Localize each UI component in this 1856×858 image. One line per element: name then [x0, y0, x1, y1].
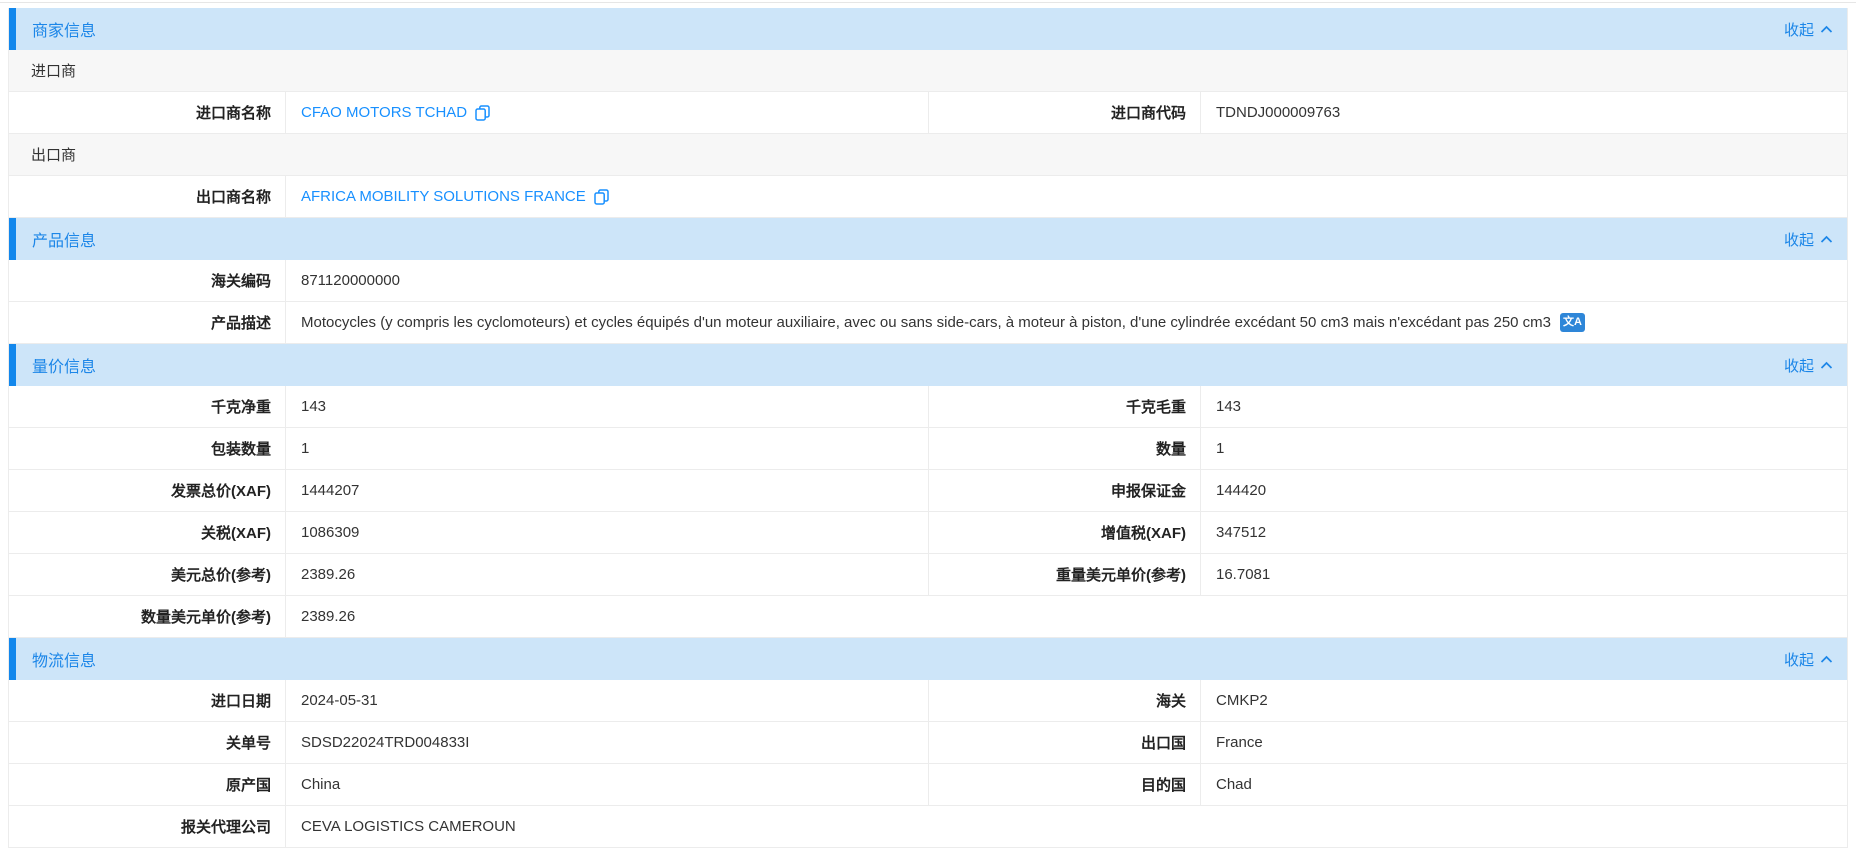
- importer-name-label: 进口商名称: [9, 92, 286, 133]
- customs-label: 海关: [929, 680, 1201, 721]
- section-accent-bar: [9, 638, 16, 680]
- section-header-logistics: 物流信息 收起: [9, 638, 1847, 680]
- usd-qty-unit-label: 数量美元单价(参考): [9, 596, 286, 637]
- usd-weight-unit-value: 16.7081: [1201, 554, 1847, 595]
- importer-code-label: 进口商代码: [929, 92, 1201, 133]
- collapse-label: 收起: [1784, 355, 1814, 376]
- export-country-label: 出口国: [929, 722, 1201, 763]
- translate-icon[interactable]: 文A: [1560, 313, 1585, 332]
- exporter-group-label: 出口商: [31, 144, 76, 165]
- deposit-label: 申报保证金: [929, 470, 1201, 511]
- row-package-qty: 包装数量 1 数量 1: [9, 428, 1847, 470]
- copy-icon[interactable]: [475, 105, 490, 121]
- row-usd-qty-unit: 数量美元单价(参考) 2389.26: [9, 596, 1847, 638]
- exporter-name-label: 出口商名称: [9, 176, 286, 217]
- section-title-product: 产品信息: [32, 227, 96, 251]
- origin-country-value: China: [286, 764, 929, 805]
- section-accent-bar: [9, 8, 16, 50]
- chevron-up-icon: [1820, 655, 1833, 664]
- row-origin-country: 原产国 China 目的国 Chad: [9, 764, 1847, 806]
- collapse-label: 收起: [1784, 229, 1814, 250]
- row-invoice-total: 发票总价(XAF) 1444207 申报保证金 144420: [9, 470, 1847, 512]
- description-value: Motocycles (y compris les cyclomoteurs) …: [301, 314, 1551, 331]
- package-qty-value: 1: [286, 428, 929, 469]
- gross-weight-value: 143: [1201, 386, 1847, 427]
- row-exporter: 出口商名称 AFRICA MOBILITY SOLUTIONS FRANCE: [9, 176, 1847, 218]
- section-header-quantity-price: 量价信息 收起: [9, 344, 1847, 386]
- chevron-up-icon: [1820, 235, 1833, 244]
- page-top-divider: [0, 2, 1856, 3]
- invoice-total-label: 发票总价(XAF): [9, 470, 286, 511]
- row-tax: 关税(XAF) 1086309 增值税(XAF) 347512: [9, 512, 1847, 554]
- gross-weight-label: 千克毛重: [929, 386, 1201, 427]
- vat-value: 347512: [1201, 512, 1847, 553]
- description-cell: Motocycles (y compris les cyclomoteurs) …: [286, 302, 1847, 343]
- origin-country-label: 原产国: [9, 764, 286, 805]
- usd-qty-unit-value: 2389.26: [286, 596, 1847, 637]
- importer-name-link[interactable]: CFAO MOTORS TCHAD: [301, 104, 467, 121]
- section-accent-bar: [9, 218, 16, 260]
- tariff-value: 1086309: [286, 512, 929, 553]
- net-weight-label: 千克净重: [9, 386, 286, 427]
- invoice-total-value: 1444207: [286, 470, 929, 511]
- chevron-up-icon: [1820, 25, 1833, 34]
- description-label: 产品描述: [9, 302, 286, 343]
- usd-total-value: 2389.26: [286, 554, 929, 595]
- row-usd-total: 美元总价(参考) 2389.26 重量美元单价(参考) 16.7081: [9, 554, 1847, 596]
- collapse-button-product[interactable]: 收起: [1784, 229, 1833, 250]
- hs-code-value: 871120000000: [286, 260, 1847, 301]
- exporter-name-cell: AFRICA MOBILITY SOLUTIONS FRANCE: [286, 176, 1847, 217]
- collapse-button-logistics[interactable]: 收起: [1784, 649, 1833, 670]
- import-date-label: 进口日期: [9, 680, 286, 721]
- customs-agent-label: 报关代理公司: [9, 806, 286, 847]
- row-importer: 进口商名称 CFAO MOTORS TCHAD 进口商代码 TDNDJ00000…: [9, 92, 1847, 134]
- import-date-value: 2024-05-31: [286, 680, 929, 721]
- usd-weight-unit-label: 重量美元单价(参考): [929, 554, 1201, 595]
- customs-agent-value: CEVA LOGISTICS CAMEROUN: [286, 806, 1847, 847]
- section-title-logistics: 物流信息: [32, 647, 96, 671]
- section-header-merchant: 商家信息 收起: [9, 8, 1847, 50]
- section-header-product: 产品信息 收起: [9, 218, 1847, 260]
- package-qty-label: 包装数量: [9, 428, 286, 469]
- section-title-merchant: 商家信息: [32, 17, 96, 41]
- importer-name-cell: CFAO MOTORS TCHAD: [286, 92, 929, 133]
- importer-group-label: 进口商: [31, 60, 76, 81]
- trade-detail-panel: 商家信息 收起 进口商 进口商名称 CFAO MOTORS TCHAD 进口商代…: [8, 8, 1848, 848]
- usd-total-label: 美元总价(参考): [9, 554, 286, 595]
- row-weights: 千克净重 143 千克毛重 143: [9, 386, 1847, 428]
- row-declaration-no: 关单号 SDSD22024TRD004833I 出口国 France: [9, 722, 1847, 764]
- deposit-value: 144420: [1201, 470, 1847, 511]
- qty-label: 数量: [929, 428, 1201, 469]
- dest-country-value: Chad: [1201, 764, 1847, 805]
- declaration-no-label: 关单号: [9, 722, 286, 763]
- export-country-value: France: [1201, 722, 1847, 763]
- customs-value: CMKP2: [1201, 680, 1847, 721]
- row-customs-agent: 报关代理公司 CEVA LOGISTICS CAMEROUN: [9, 806, 1847, 848]
- chevron-up-icon: [1820, 361, 1833, 370]
- importer-code-value: TDNDJ000009763: [1201, 92, 1847, 133]
- row-hs-code: 海关编码 871120000000: [9, 260, 1847, 302]
- section-title-quantity-price: 量价信息: [32, 353, 96, 377]
- qty-value: 1: [1201, 428, 1847, 469]
- declaration-no-value: SDSD22024TRD004833I: [286, 722, 929, 763]
- collapse-label: 收起: [1784, 649, 1814, 670]
- vat-label: 增值税(XAF): [929, 512, 1201, 553]
- collapse-button-merchant[interactable]: 收起: [1784, 19, 1833, 40]
- collapse-button-quantity-price[interactable]: 收起: [1784, 355, 1833, 376]
- exporter-name-link[interactable]: AFRICA MOBILITY SOLUTIONS FRANCE: [301, 188, 586, 205]
- tariff-label: 关税(XAF): [9, 512, 286, 553]
- collapse-label: 收起: [1784, 19, 1814, 40]
- hs-code-label: 海关编码: [9, 260, 286, 301]
- section-accent-bar: [9, 344, 16, 386]
- copy-icon[interactable]: [594, 189, 609, 205]
- net-weight-value: 143: [286, 386, 929, 427]
- importer-group-row: 进口商: [9, 50, 1847, 92]
- exporter-group-row: 出口商: [9, 134, 1847, 176]
- dest-country-label: 目的国: [929, 764, 1201, 805]
- row-description: 产品描述 Motocycles (y compris les cyclomote…: [9, 302, 1847, 344]
- row-import-date: 进口日期 2024-05-31 海关 CMKP2: [9, 680, 1847, 722]
